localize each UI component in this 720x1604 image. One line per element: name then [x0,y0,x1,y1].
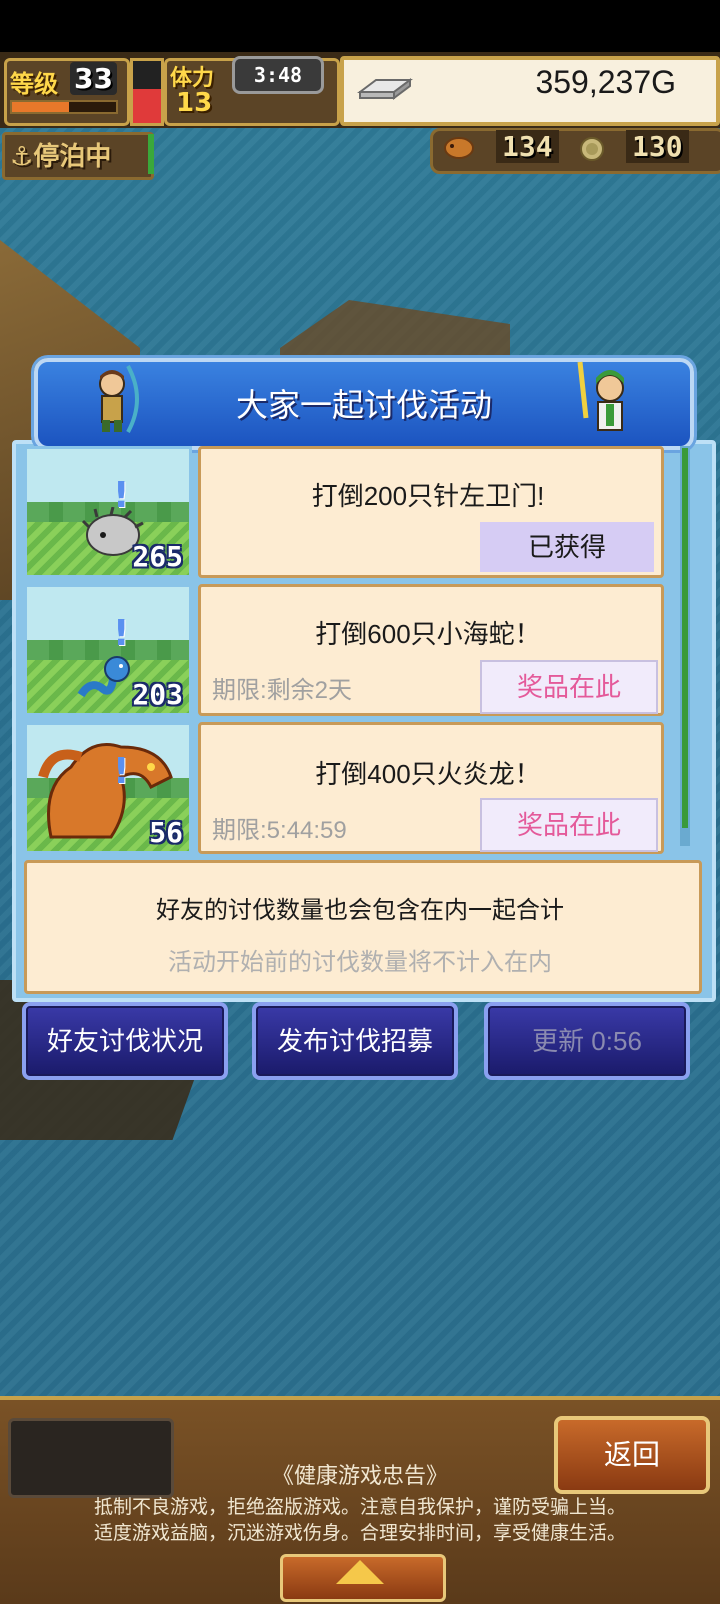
system-status-bar [0,0,720,52]
reward-button[interactable]: 奖品在此 [480,660,658,714]
gold-amount: 359,237G [535,64,676,100]
stamina-gauge [130,58,164,126]
anchor-status-text: 停泊中 [33,142,112,172]
bait-count: 134 [496,130,559,163]
quest-thumbnail-hedgehog: ! 265 [24,446,192,578]
quest-title: 打倒200只针左卫门! [311,481,545,511]
up-arrow-icon [336,1560,384,1584]
scrollbar-thumb[interactable] [682,448,688,828]
medal-count: 130 [626,130,689,163]
sea-snake-monster-icon [77,656,130,698]
stamina-gauge-fill [133,88,161,123]
quest-thumbnail-fire-dragon: ! 56 [24,722,192,854]
medal-icon [580,137,604,161]
anchor-status-label: ⚓停泊中 [10,142,112,172]
quest-title: 打倒600只小海蛇！ [315,619,541,649]
quest-title: 打倒400只火炎龙！ [315,759,541,789]
quest-deadline: 期限:5:44:59 [212,817,347,844]
quest-kill-count: 56 [149,816,183,849]
exclamation-icon: ! [113,613,130,654]
silver-bar-icon [357,78,413,100]
dialog-title: 大家一起讨伐活动 [235,387,492,423]
health-notice-title: 《健康游戏忠告》 [271,1463,448,1488]
quest-kill-count: 265 [132,540,183,573]
health-notice-line1: 抵制不良游戏，拒绝盗版游戏。注意自我保护，谨防受骗上当。 [93,1497,626,1518]
game-clock: 3:48 [232,56,324,94]
friends-status-button[interactable]: 好友讨伐状况 [22,1002,228,1080]
anchor-indicator [148,134,154,174]
event-note-main: 好友的讨伐数量也会包含在内一起合计 [156,897,564,924]
stamina-value: 13 [176,88,213,118]
bait-icon [444,137,474,159]
level-label: 等级 [10,70,58,98]
post-recruit-button[interactable]: 发布讨伐招募 [252,1002,458,1080]
quest-kill-count: 203 [132,678,183,711]
health-notice-line2: 适度游戏益脑，沉迷游戏伤身。合理安排时间，享受健康生活。 [93,1523,626,1544]
exclamation-icon: ! [113,751,130,792]
quest-deadline: 期限:剩余2天 [212,677,353,704]
level-progress-fill [12,102,70,112]
refresh-button[interactable]: 更新 0:56 [484,1002,690,1080]
event-note-sub: 活动开始前的讨伐数量将不计入在内 [168,949,552,976]
obtained-button[interactable]: 已获得 [480,522,654,572]
level-value: 33 [70,62,117,95]
quest-thumbnail-sea-snake: ! 203 [24,584,192,716]
reward-button[interactable]: 奖品在此 [480,798,658,852]
